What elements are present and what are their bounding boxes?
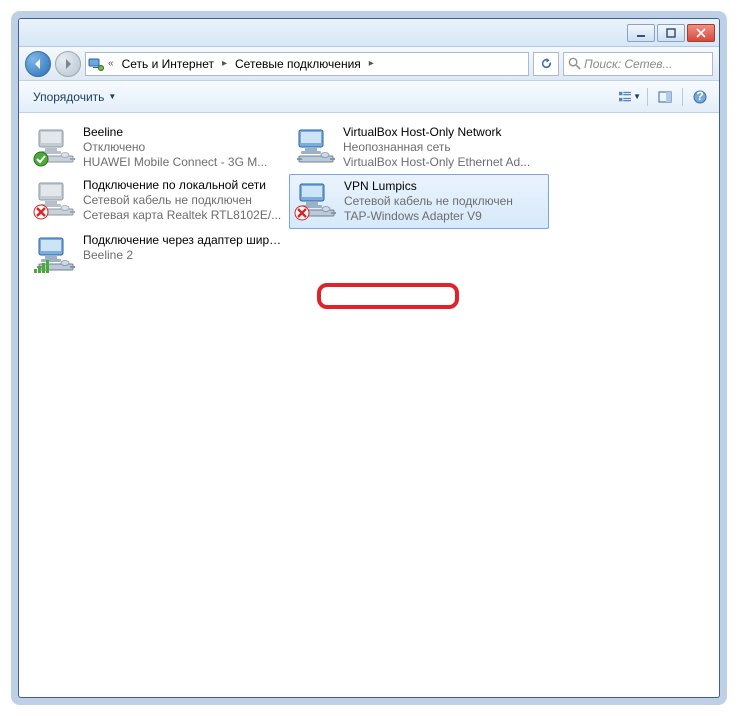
- connection-item-beeline[interactable]: BeelineОтключеноHUAWEI Mobile Connect - …: [29, 121, 289, 174]
- network-icon: [88, 56, 104, 72]
- search-icon: [568, 57, 581, 70]
- connection-text: VPN LumpicsСетевой кабель не подключенTA…: [344, 179, 513, 224]
- connection-device: HUAWEI Mobile Connect - 3G M...: [83, 155, 267, 170]
- x-icon: [33, 204, 49, 220]
- organize-button[interactable]: Упорядочить ▼: [27, 87, 122, 107]
- breadcrumb-seg-1[interactable]: Сеть и Интернет: [118, 53, 218, 75]
- forward-button[interactable]: [55, 51, 81, 77]
- explorer-window: « Сеть и Интернет ▸ Сетевые подключения …: [18, 18, 720, 698]
- connection-status: Beeline 2: [83, 248, 283, 263]
- navbar: « Сеть и Интернет ▸ Сетевые подключения …: [19, 47, 719, 81]
- chevron-down-icon: ▼: [633, 92, 641, 101]
- breadcrumb[interactable]: « Сеть и Интернет ▸ Сетевые подключения …: [85, 52, 529, 76]
- content-area: BeelineОтключеноHUAWEI Mobile Connect - …: [19, 113, 719, 697]
- minimize-button[interactable]: [627, 24, 655, 42]
- connection-text: BeelineОтключеноHUAWEI Mobile Connect - …: [83, 125, 267, 170]
- connection-status: Сетевой кабель не подключен: [344, 194, 513, 209]
- organize-label: Упорядочить: [33, 90, 104, 104]
- chevron-right-icon: ▸: [367, 58, 376, 69]
- connection-status: Сетевой кабель не подключен: [83, 193, 281, 208]
- connection-item-vbox[interactable]: VirtualBox Host-Only NetworkНеопознанная…: [289, 121, 549, 174]
- back-button[interactable]: [25, 51, 51, 77]
- breadcrumb-seg-2[interactable]: Сетевые подключения: [231, 53, 365, 75]
- view-button[interactable]: ▼: [619, 86, 641, 108]
- connection-device: Сетевая карта Realtek RTL8102E/...: [83, 208, 281, 223]
- connection-title: Подключение по локальной сети: [83, 178, 281, 193]
- connection-item-vpn-lumpics[interactable]: VPN LumpicsСетевой кабель не подключенTA…: [289, 174, 549, 229]
- connection-title: Beeline: [83, 125, 267, 140]
- connection-device: TAP-Windows Adapter V9: [344, 209, 513, 224]
- separator: [647, 88, 648, 106]
- titlebar: [19, 19, 719, 47]
- network-adapter-icon: [295, 125, 335, 165]
- separator: [682, 88, 683, 106]
- search-input[interactable]: Поиск: Сетев...: [563, 52, 713, 76]
- chevron-down-icon: ▼: [108, 92, 116, 101]
- connection-title: VirtualBox Host-Only Network: [343, 125, 530, 140]
- maximize-button[interactable]: [657, 24, 685, 42]
- network-adapter-icon: [35, 125, 75, 165]
- connection-text: Подключение по локальной сетиСетевой каб…: [83, 178, 281, 225]
- network-adapter-icon: [296, 179, 336, 219]
- connection-status: Отключено: [83, 140, 267, 155]
- network-adapter-icon: [35, 178, 75, 218]
- toolbar: Упорядочить ▼ ▼ ?: [19, 81, 719, 113]
- chevron-right-icon: ▸: [220, 58, 229, 69]
- connection-title: VPN Lumpics: [344, 179, 513, 194]
- connection-title: Подключение через адаптер широкополосной…: [83, 233, 283, 248]
- highlight-annotation: [317, 283, 459, 309]
- connection-text: VirtualBox Host-Only NetworkНеопознанная…: [343, 125, 530, 170]
- svg-text:?: ?: [696, 90, 703, 103]
- preview-pane-button[interactable]: [654, 86, 676, 108]
- chevron-right-icon: «: [106, 58, 116, 69]
- connection-device: VirtualBox Host-Only Ethernet Ad...: [343, 155, 530, 170]
- connection-item-broadband[interactable]: Подключение через адаптер широкополосной…: [29, 229, 289, 277]
- help-button[interactable]: ?: [689, 86, 711, 108]
- refresh-button[interactable]: [533, 52, 559, 76]
- connection-text: Подключение через адаптер широкополосной…: [83, 233, 283, 273]
- search-placeholder: Поиск: Сетев...: [584, 57, 673, 71]
- x-icon: [294, 205, 310, 221]
- connection-item-lan[interactable]: Подключение по локальной сетиСетевой каб…: [29, 174, 289, 229]
- close-button[interactable]: [687, 24, 715, 42]
- network-adapter-icon: [35, 233, 75, 273]
- signal-bars-icon: [33, 259, 49, 275]
- connection-status: Неопознанная сеть: [343, 140, 530, 155]
- check-icon: [33, 151, 49, 167]
